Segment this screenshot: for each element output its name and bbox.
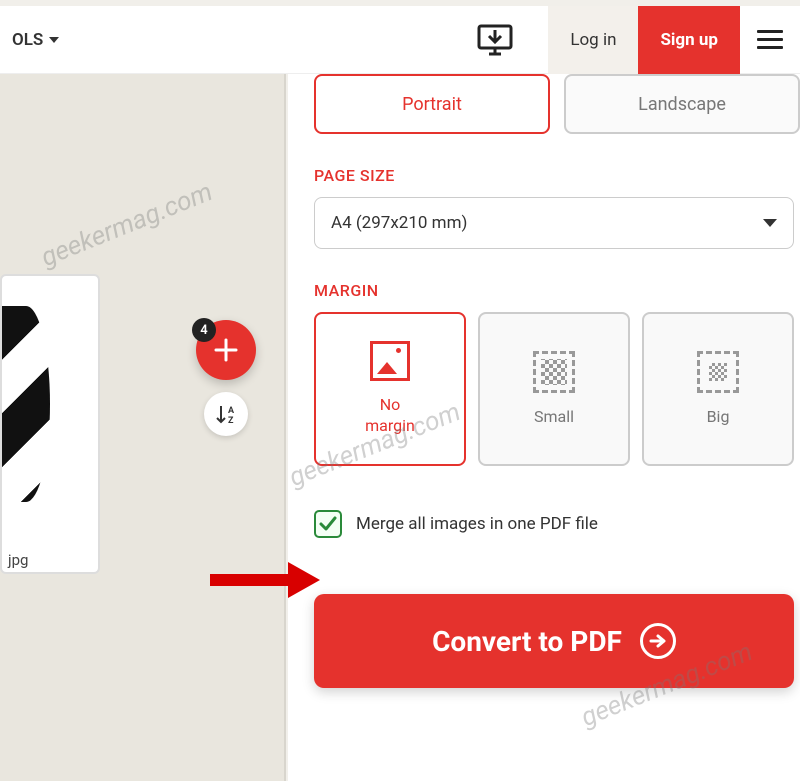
sort-az-icon: A Z xyxy=(215,403,237,425)
orientation-landscape-label: Landscape xyxy=(638,94,726,115)
image-fill-icon xyxy=(370,341,410,381)
margin-small-label: Small xyxy=(534,407,574,428)
login-button[interactable]: Log in xyxy=(548,6,638,74)
hamburger-menu-button[interactable] xyxy=(740,6,800,74)
pdf-options-panel: Portrait Landscape PAGE SIZE A4 (297x210… xyxy=(288,74,800,781)
top-navbar: OLS Log in Sign up xyxy=(0,6,800,74)
orientation-portrait-button[interactable]: Portrait xyxy=(314,74,550,134)
file-list-panel: jpg 4 A Z xyxy=(0,74,286,781)
file-count-badge: 4 xyxy=(192,318,216,342)
thumbnail-filename: jpg xyxy=(8,551,28,569)
chevron-down-icon xyxy=(763,219,777,227)
margin-title: MARGIN xyxy=(314,281,800,300)
merge-checkbox[interactable] xyxy=(314,510,342,538)
sort-az-button[interactable]: A Z xyxy=(204,392,248,436)
page-size-select[interactable]: A4 (297x210 mm) xyxy=(314,197,794,249)
thumbnail-preview xyxy=(2,306,50,502)
margin-none-button[interactable]: No margin xyxy=(314,312,466,466)
orientation-landscape-button[interactable]: Landscape xyxy=(564,74,800,134)
annotation-arrow-icon xyxy=(210,556,320,604)
page-size-title: PAGE SIZE xyxy=(314,166,800,185)
hamburger-icon xyxy=(757,30,783,49)
orientation-portrait-label: Portrait xyxy=(402,94,462,115)
monitor-download-icon xyxy=(477,24,513,56)
page-size-value: A4 (297x210 mm) xyxy=(331,213,467,233)
margin-big-icon xyxy=(697,351,739,393)
margin-big-label: Big xyxy=(707,407,730,428)
margin-none-label-1: No xyxy=(380,395,401,414)
margin-big-button[interactable]: Big xyxy=(642,312,794,466)
svg-text:A: A xyxy=(228,406,235,416)
arrow-right-circle-icon xyxy=(640,623,676,659)
margin-small-button[interactable]: Small xyxy=(478,312,630,466)
check-icon xyxy=(319,515,337,533)
margin-small-icon xyxy=(533,351,575,393)
tools-label: OLS xyxy=(12,30,43,50)
chevron-down-icon xyxy=(49,37,59,43)
plus-icon xyxy=(212,336,240,364)
convert-label: Convert to PDF xyxy=(432,625,622,658)
tools-dropdown[interactable]: OLS xyxy=(0,30,71,50)
signup-button[interactable]: Sign up xyxy=(638,6,740,74)
margin-none-label-2: margin xyxy=(365,416,415,435)
merge-label: Merge all images in one PDF file xyxy=(356,514,598,534)
image-thumbnail-card[interactable]: jpg xyxy=(0,274,100,574)
convert-to-pdf-button[interactable]: Convert to PDF xyxy=(314,594,794,688)
desktop-download-button[interactable] xyxy=(472,17,518,63)
svg-text:Z: Z xyxy=(228,416,234,425)
